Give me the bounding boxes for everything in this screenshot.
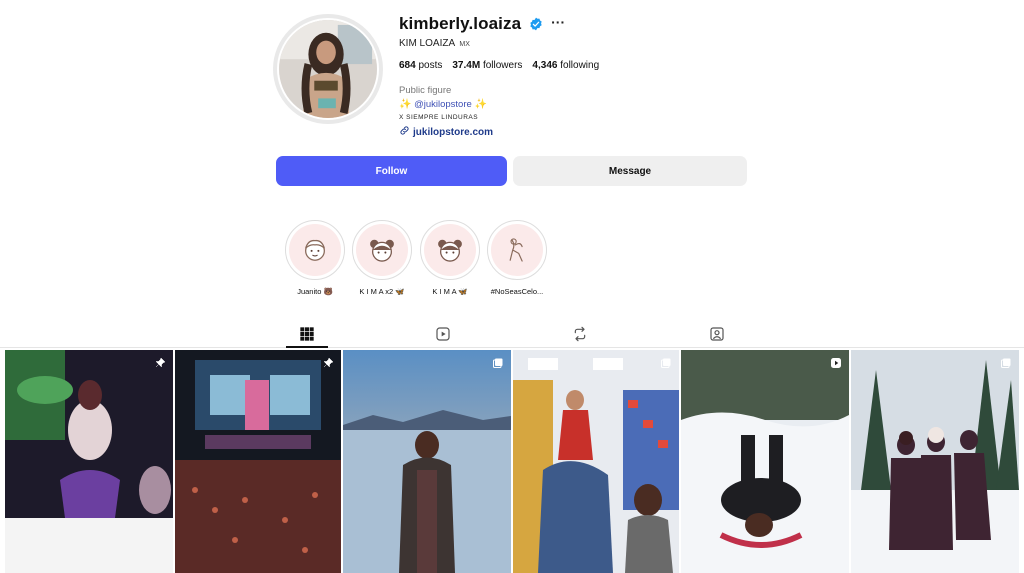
post-thumbnail[interactable] bbox=[175, 350, 341, 573]
link-icon bbox=[399, 125, 410, 139]
full-name-row: KIM LOAIZA MX bbox=[399, 38, 759, 49]
verified-badge-icon bbox=[529, 17, 543, 31]
posts-stat: 684 posts bbox=[399, 60, 442, 71]
story-highlight[interactable]: K I M A x2 🦋 bbox=[347, 220, 417, 296]
post-thumbnail[interactable] bbox=[513, 350, 679, 573]
carousel-icon bbox=[1000, 357, 1012, 369]
tab-reposts-icon[interactable] bbox=[570, 324, 590, 344]
following-count: 4,346 bbox=[532, 60, 558, 71]
highlight-ring bbox=[285, 220, 345, 280]
story-highlight[interactable]: #NoSeasCelo... bbox=[482, 220, 552, 296]
external-link[interactable]: jukilopstore.com bbox=[413, 127, 493, 138]
post-thumbnail[interactable] bbox=[851, 350, 1019, 573]
external-link-row[interactable]: jukilopstore.com bbox=[399, 125, 759, 139]
carousel-icon bbox=[492, 357, 504, 369]
bio-tagline: X SIEMPRE LINDURAS bbox=[399, 114, 479, 121]
highlight-label: K I M A x2 🦋 bbox=[359, 287, 405, 296]
posts-count: 684 bbox=[399, 60, 416, 71]
country-tag: MX bbox=[459, 41, 470, 48]
active-tab-indicator bbox=[286, 346, 328, 348]
highlight-cover-girl-icon bbox=[356, 224, 408, 276]
reel-icon bbox=[830, 357, 842, 369]
tab-tagged-icon[interactable] bbox=[707, 324, 727, 344]
tab-reels-icon[interactable] bbox=[433, 324, 453, 344]
tab-posts-grid-icon[interactable] bbox=[297, 324, 317, 344]
sparkles-icon: ✨ bbox=[399, 99, 412, 110]
highlight-label: #NoSeasCelo... bbox=[490, 287, 544, 296]
carousel-icon bbox=[660, 357, 672, 369]
more-options-icon[interactable]: ··· bbox=[551, 15, 565, 29]
avatar[interactable] bbox=[277, 18, 379, 120]
profile-info: kimberly.loaiza ··· KIM LOAIZA MX 684 po… bbox=[399, 14, 759, 139]
story-highlight[interactable]: Juanito 🐻 bbox=[280, 220, 350, 296]
story-highlight[interactable]: K I M A 🦋 bbox=[415, 220, 485, 296]
following-stat[interactable]: 4,346 following bbox=[532, 60, 599, 71]
highlight-cover-drawing-icon bbox=[491, 224, 543, 276]
highlight-label: Juanito 🐻 bbox=[297, 287, 333, 296]
posts-label: posts bbox=[418, 60, 443, 71]
followers-count: 37.4M bbox=[452, 60, 481, 71]
profile-category: Public figure bbox=[399, 85, 452, 96]
followers-label: followers bbox=[482, 60, 523, 71]
followers-stat[interactable]: 37.4M followers bbox=[452, 60, 522, 71]
post-thumbnail[interactable] bbox=[681, 350, 849, 573]
highlight-ring bbox=[352, 220, 412, 280]
bio-mention-line: ✨ @jukilopstore ✨ bbox=[399, 99, 759, 110]
follow-button[interactable]: Follow bbox=[276, 156, 507, 186]
highlight-cover-boy-icon bbox=[289, 224, 341, 276]
highlight-cover-girl-icon bbox=[424, 224, 476, 276]
highlight-label: K I M A 🦋 bbox=[432, 287, 468, 296]
highlight-ring bbox=[487, 220, 547, 280]
username-row: kimberly.loaiza ··· bbox=[399, 14, 759, 34]
following-label: following bbox=[560, 60, 600, 71]
pinned-icon bbox=[154, 357, 166, 369]
message-button[interactable]: Message bbox=[513, 156, 747, 186]
highlight-ring bbox=[420, 220, 480, 280]
post-thumbnail[interactable] bbox=[5, 350, 173, 573]
pinned-icon bbox=[322, 357, 334, 369]
post-thumbnail[interactable] bbox=[343, 350, 511, 573]
profile-avatar-ring[interactable] bbox=[273, 14, 383, 124]
sparkles-icon: ✨ bbox=[474, 99, 487, 110]
tabs-divider bbox=[0, 347, 1024, 348]
bio-mention-link[interactable]: @jukilopstore bbox=[414, 99, 472, 110]
profile-stats: 684 posts 37.4M followers 4,346 followin… bbox=[399, 60, 759, 71]
full-name: KIM LOAIZA bbox=[399, 38, 455, 49]
username: kimberly.loaiza bbox=[399, 14, 522, 33]
